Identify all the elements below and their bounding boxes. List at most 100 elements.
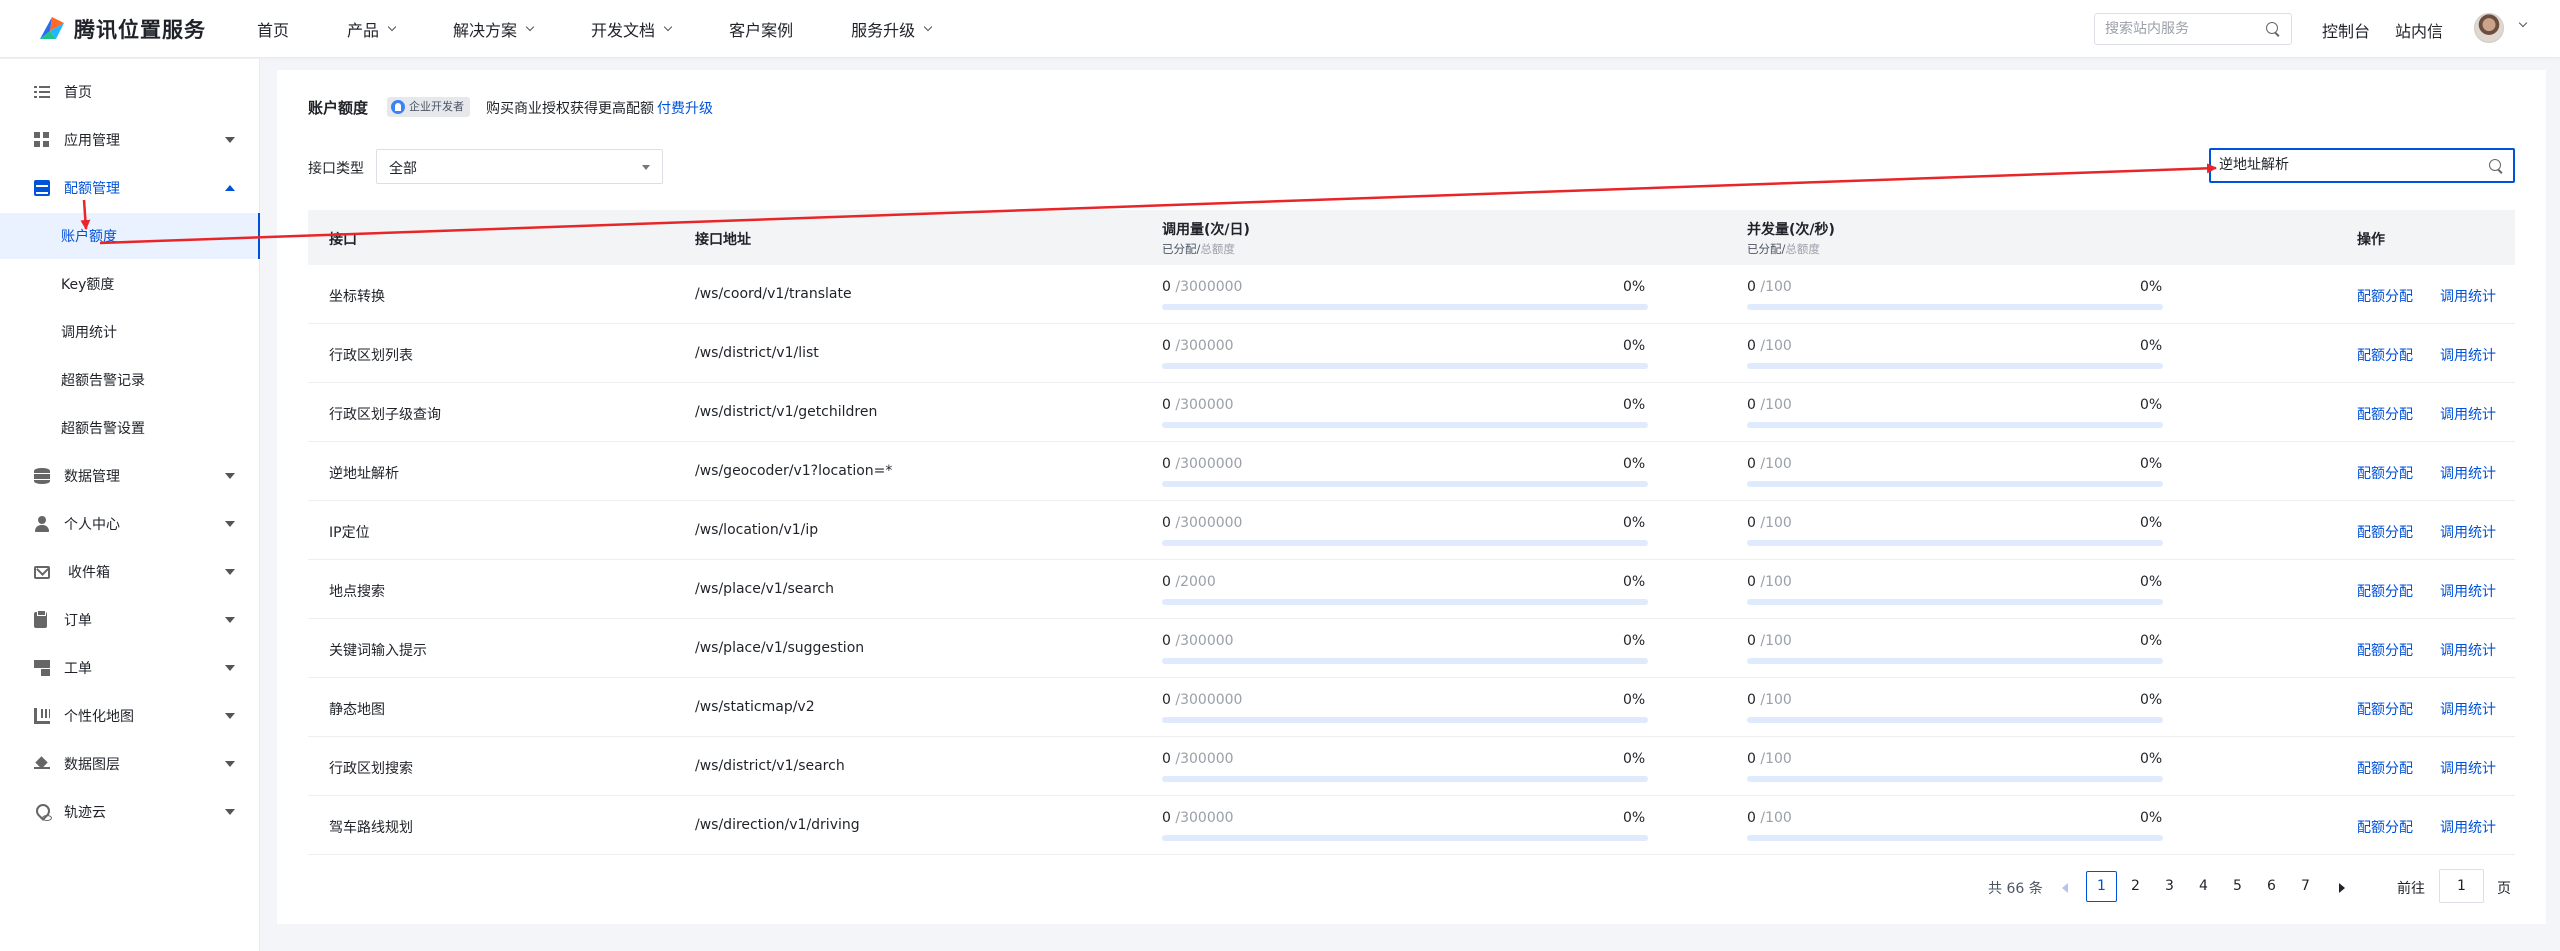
call-stats-link[interactable]: 调用统计 bbox=[2440, 581, 2496, 601]
quota-allocate-link[interactable]: 配额分配 bbox=[2357, 581, 2413, 601]
nav-docs-label: 开发文档 bbox=[591, 21, 656, 40]
quota-allocate-link[interactable]: 配额分配 bbox=[2357, 522, 2413, 542]
chevron-down-icon bbox=[663, 22, 673, 32]
caret-down-icon bbox=[225, 137, 235, 143]
daily-progress-bar bbox=[1162, 304, 1648, 310]
nav-cases[interactable]: 客户案例 bbox=[729, 17, 793, 41]
concurrency-percent: 0% bbox=[2140, 574, 2163, 590]
brand-logo[interactable]: 腾讯位置服务 bbox=[36, 12, 206, 46]
sidebar-item-orders[interactable]: 订单 bbox=[0, 597, 260, 643]
call-stats-link[interactable]: 调用统计 bbox=[2440, 522, 2496, 542]
nav-home[interactable]: 首页 bbox=[257, 17, 289, 41]
quota-allocate-link[interactable]: 配额分配 bbox=[2357, 758, 2413, 778]
sidebar-item-track-cloud[interactable]: 轨迹云 bbox=[0, 789, 260, 835]
concurrency-usage-text: 0 /100 bbox=[1747, 574, 1792, 590]
nav-home-label: 首页 bbox=[257, 21, 290, 40]
location-track-icon bbox=[34, 804, 52, 821]
sidebar-item-key-quota[interactable]: Key额度 bbox=[0, 261, 260, 307]
col-concurrency-sub: 已分配/总额度 bbox=[1747, 241, 1820, 257]
sidebar-item-label: 个人中心 bbox=[64, 517, 120, 533]
daily-total: /3000000 bbox=[1175, 456, 1243, 472]
sidebar-item-app-management[interactable]: 应用管理 bbox=[0, 117, 260, 163]
call-stats-link[interactable]: 调用统计 bbox=[2440, 286, 2496, 306]
chevron-down-icon bbox=[387, 22, 397, 32]
call-stats-link[interactable]: 调用统计 bbox=[2440, 463, 2496, 483]
page-2-button[interactable]: 2 bbox=[2120, 871, 2151, 902]
call-stats-link[interactable]: 调用统计 bbox=[2440, 404, 2496, 424]
quota-allocate-link[interactable]: 配额分配 bbox=[2357, 463, 2413, 483]
avatar[interactable] bbox=[2474, 13, 2504, 43]
console-link[interactable]: 控制台 bbox=[2322, 18, 2370, 42]
quota-allocate-link[interactable]: 配额分配 bbox=[2357, 345, 2413, 365]
call-stats-link[interactable]: 调用统计 bbox=[2440, 640, 2496, 660]
layers-icon bbox=[34, 756, 50, 772]
col-conc-sub-total: 总额度 bbox=[1785, 242, 1820, 256]
page-6-button[interactable]: 6 bbox=[2256, 871, 2287, 902]
prev-page-icon[interactable] bbox=[2062, 883, 2068, 893]
page-3-button[interactable]: 3 bbox=[2154, 871, 2185, 902]
col-api: 接口 bbox=[329, 232, 357, 248]
search-icon[interactable] bbox=[2266, 22, 2280, 36]
api-url: /ws/location/v1/ip bbox=[695, 522, 819, 538]
api-search-input[interactable] bbox=[2219, 156, 2479, 172]
sidebar-item-home[interactable]: 首页 bbox=[0, 69, 260, 115]
sidebar-item-quota-management[interactable]: 配额管理 bbox=[0, 165, 260, 211]
nav-upgrade[interactable]: 服务升级 bbox=[851, 17, 933, 41]
sidebar-item-personal-center[interactable]: 个人中心 bbox=[0, 501, 260, 547]
next-page-icon[interactable] bbox=[2339, 883, 2345, 893]
site-search-input[interactable] bbox=[2105, 21, 2255, 37]
sidebar-item-data-layer[interactable]: 数据图层 bbox=[0, 741, 260, 787]
page-7-button[interactable]: 7 bbox=[2290, 871, 2321, 902]
sidebar-item-call-stats[interactable]: 调用统计 bbox=[0, 309, 260, 355]
page-4-button[interactable]: 4 bbox=[2188, 871, 2219, 902]
nav-docs[interactable]: 开发文档 bbox=[591, 17, 673, 41]
chevron-down-icon[interactable] bbox=[2518, 18, 2528, 28]
concurrency-usage-text: 0 /100 bbox=[1747, 692, 1792, 708]
pagination-total: 共 66 条 bbox=[1988, 881, 2043, 897]
quota-allocate-link[interactable]: 配额分配 bbox=[2357, 699, 2413, 719]
page-1-button[interactable]: 1 bbox=[2086, 871, 2117, 902]
daily-used: 0 bbox=[1162, 692, 1171, 708]
conc-total: /100 bbox=[1760, 515, 1792, 531]
concurrency-usage-text: 0 /100 bbox=[1747, 338, 1792, 354]
call-stats-link[interactable]: 调用统计 bbox=[2440, 345, 2496, 365]
quota-allocate-link[interactable]: 配额分配 bbox=[2357, 817, 2413, 837]
conc-used: 0 bbox=[1747, 574, 1756, 590]
table-row: 行政区划搜索/ws/district/v1/search 0 /300000 0% 0… bbox=[308, 737, 2515, 796]
quota-icon bbox=[34, 180, 50, 196]
messages-link[interactable]: 站内信 bbox=[2395, 18, 2443, 42]
search-icon[interactable] bbox=[2489, 159, 2503, 173]
quota-allocate-link[interactable]: 配额分配 bbox=[2357, 404, 2413, 424]
call-stats-link[interactable]: 调用统计 bbox=[2440, 758, 2496, 778]
daily-progress-bar bbox=[1162, 422, 1648, 428]
table-row: 行政区划列表/ws/district/v1/list 0 /300000 0% 0 /… bbox=[308, 324, 2515, 383]
call-stats-link[interactable]: 调用统计 bbox=[2440, 817, 2496, 837]
sidebar-item-custom-map[interactable]: 个性化地图 bbox=[0, 693, 260, 739]
goto-page-input[interactable] bbox=[2439, 869, 2484, 903]
chevron-down-icon bbox=[525, 22, 535, 32]
conc-used: 0 bbox=[1747, 633, 1756, 649]
sidebar-item-alert-records[interactable]: 超额告警记录 bbox=[0, 357, 260, 403]
nav-products[interactable]: 产品 bbox=[347, 17, 397, 41]
sidebar-item-alert-settings[interactable]: 超额告警设置 bbox=[0, 405, 260, 451]
nav-solutions[interactable]: 解决方案 bbox=[453, 17, 535, 41]
sidebar-item-account-quota[interactable]: 账户额度 bbox=[0, 213, 260, 259]
page-5-button[interactable]: 5 bbox=[2222, 871, 2253, 902]
api-type-select[interactable]: 全部 bbox=[376, 149, 663, 184]
caret-down-icon bbox=[225, 521, 235, 527]
daily-total: /3000000 bbox=[1175, 515, 1243, 531]
paid-upgrade-link[interactable]: 付费升级 bbox=[657, 98, 713, 118]
sidebar-item-data-management[interactable]: 数据管理 bbox=[0, 453, 260, 499]
sidebar-item-tickets[interactable]: 工单 bbox=[0, 645, 260, 691]
concurrency-usage-text: 0 /100 bbox=[1747, 810, 1792, 826]
daily-progress-bar bbox=[1162, 540, 1648, 546]
conc-total: /100 bbox=[1760, 456, 1792, 472]
col-url: 接口地址 bbox=[695, 232, 751, 248]
sidebar-item-inbox[interactable]: 收件箱 bbox=[0, 549, 260, 595]
concurrency-usage-text: 0 /100 bbox=[1747, 456, 1792, 472]
quota-allocate-link[interactable]: 配额分配 bbox=[2357, 286, 2413, 306]
daily-used: 0 bbox=[1162, 397, 1171, 413]
quota-allocate-link[interactable]: 配额分配 bbox=[2357, 640, 2413, 660]
daily-usage-text: 0 /3000000 bbox=[1162, 456, 1242, 472]
call-stats-link[interactable]: 调用统计 bbox=[2440, 699, 2496, 719]
